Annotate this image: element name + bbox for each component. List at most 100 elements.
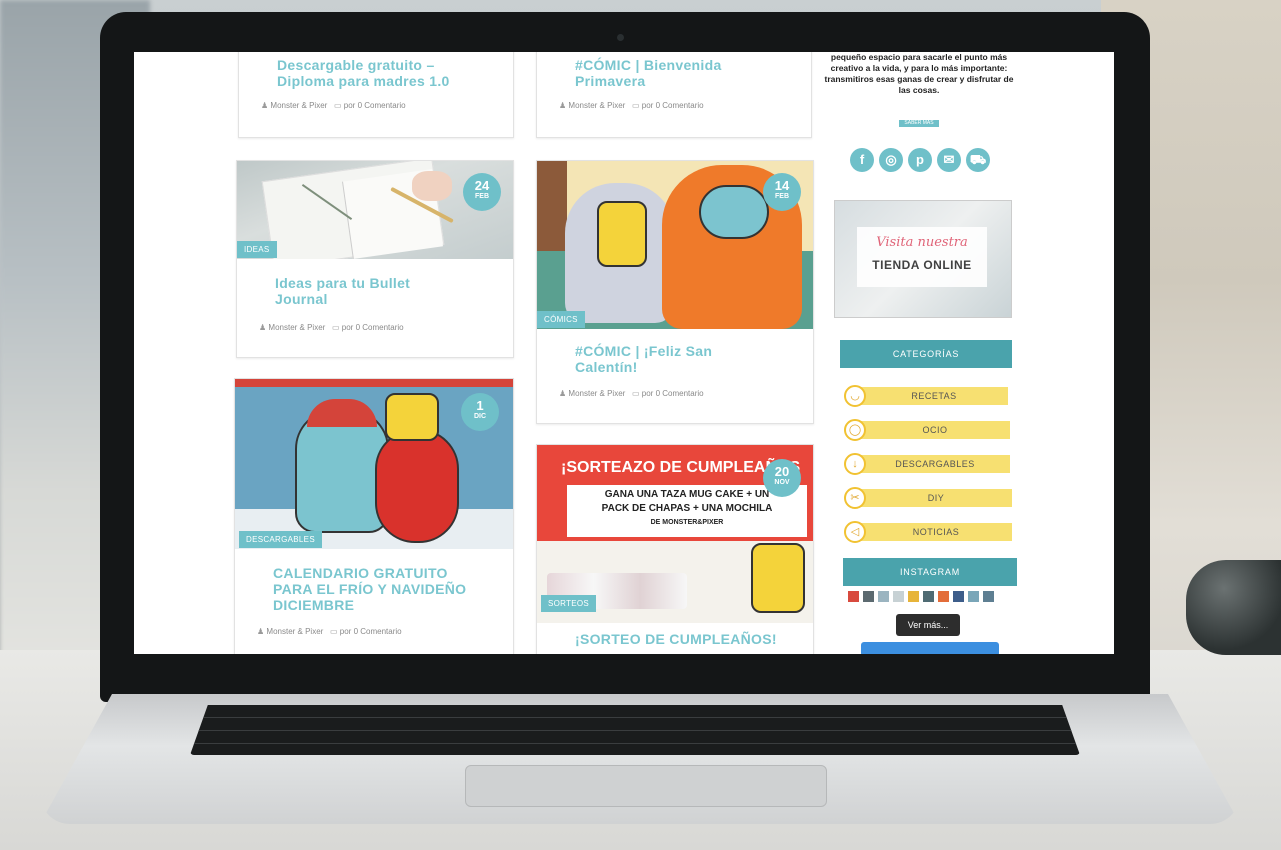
follow-button[interactable] bbox=[861, 642, 999, 654]
date-day: 24 bbox=[474, 178, 490, 193]
category-tag[interactable]: IDEAS bbox=[237, 241, 277, 258]
pinterest-icon[interactable]: p bbox=[908, 148, 932, 172]
post-card[interactable]: Descargable gratuito – Diploma para madr… bbox=[238, 52, 514, 138]
date-badge: 14 FEB bbox=[763, 173, 801, 211]
laptop-keyboard bbox=[190, 705, 1080, 755]
key-row bbox=[190, 743, 1080, 744]
post-comments[interactable]: por 0 Comentario bbox=[340, 627, 402, 636]
category-tag[interactable]: DESCARGABLES bbox=[239, 531, 322, 548]
instagram-photo[interactable] bbox=[893, 591, 904, 602]
instagram-photo[interactable] bbox=[938, 591, 949, 602]
instagram-photo[interactable] bbox=[923, 591, 934, 602]
hand bbox=[412, 171, 452, 201]
post-meta: ♟ Monster & Pixer ▭ por 0 Comentario bbox=[257, 627, 402, 636]
date-month: FEB bbox=[475, 193, 489, 200]
comment-icon: ▭ bbox=[333, 101, 342, 110]
instagram-photo[interactable] bbox=[863, 591, 874, 602]
red-banner bbox=[235, 379, 513, 387]
shop-banner[interactable]: Visita nuestra TIENDA ONLINE bbox=[834, 200, 1012, 318]
promo-line-2: PACK DE CHAPAS + UNA MOCHILA bbox=[601, 503, 773, 514]
date-badge: 24 FEB bbox=[463, 173, 501, 211]
post-author[interactable]: Monster & Pixer bbox=[270, 101, 327, 110]
post-title[interactable]: Ideas para tu Bullet Journal bbox=[275, 275, 455, 307]
post-card[interactable]: 24 FEB IDEAS Ideas para tu Bullet Journa… bbox=[236, 160, 514, 358]
post-card[interactable]: 1 DIC DESCARGABLES CALENDARIO GRATUITO P… bbox=[234, 378, 514, 654]
see-more-button[interactable]: Ver más... bbox=[896, 614, 960, 636]
scissors-icon: ✂ bbox=[844, 487, 866, 509]
category-item-descargables[interactable]: DESCARGABLES ↓ bbox=[844, 453, 1010, 475]
shop-banner-line-1: Visita nuestra bbox=[876, 235, 968, 250]
post-title[interactable]: ¡SORTEO DE CUMPLEAÑOS! bbox=[575, 631, 795, 647]
instagram-icon[interactable]: ◎ bbox=[879, 148, 903, 172]
shop-banner-label: Visita nuestra TIENDA ONLINE bbox=[857, 227, 987, 287]
post-title[interactable]: Descargable gratuito – Diploma para madr… bbox=[277, 57, 477, 89]
shop-banner-line-2: TIENDA ONLINE bbox=[872, 258, 972, 272]
gift-sack bbox=[375, 429, 459, 543]
date-day: 20 bbox=[774, 464, 790, 479]
email-icon[interactable]: ✉ bbox=[937, 148, 961, 172]
instagram-photo[interactable] bbox=[968, 591, 979, 602]
instagram-photo[interactable] bbox=[848, 591, 859, 602]
blue-monster bbox=[699, 185, 769, 239]
category-label[interactable]: DESCARGABLES bbox=[860, 455, 1010, 473]
shop-cart-icon[interactable]: ⛟ bbox=[966, 148, 990, 172]
background-mug bbox=[1186, 560, 1281, 655]
post-title[interactable]: #CÓMIC | Bienvenida Primavera bbox=[575, 57, 755, 89]
category-label[interactable]: NOTICIAS bbox=[860, 523, 1012, 541]
user-icon: ♟ bbox=[559, 101, 567, 110]
yellow-character bbox=[385, 393, 439, 441]
post-comments[interactable]: por 0 Comentario bbox=[342, 323, 404, 332]
post-author[interactable]: Monster & Pixer bbox=[568, 389, 625, 398]
post-comments[interactable]: por 0 Comentario bbox=[642, 389, 704, 398]
comment-icon: ▭ bbox=[331, 323, 340, 332]
category-label[interactable]: DIY bbox=[860, 489, 1012, 507]
category-item-noticias[interactable]: NOTICIAS ◁ bbox=[844, 521, 1012, 543]
yellow-character bbox=[597, 201, 647, 267]
post-author[interactable]: Monster & Pixer bbox=[568, 101, 625, 110]
date-month: FEB bbox=[775, 193, 789, 200]
facebook-icon[interactable]: f bbox=[850, 148, 874, 172]
post-author[interactable]: Monster & Pixer bbox=[268, 323, 325, 332]
category-label[interactable]: RECETAS bbox=[860, 387, 1008, 405]
date-day: 14 bbox=[774, 178, 790, 193]
instagram-title: INSTAGRAM bbox=[843, 558, 1017, 586]
balloon-icon: ◯ bbox=[844, 419, 866, 441]
santa-hat bbox=[307, 399, 377, 427]
instagram-photo[interactable] bbox=[983, 591, 994, 602]
comment-icon: ▭ bbox=[631, 101, 640, 110]
download-icon: ↓ bbox=[844, 453, 866, 475]
key-row bbox=[190, 717, 1080, 718]
category-label[interactable]: OCIO bbox=[860, 421, 1010, 439]
post-card[interactable]: 14 FEB CÓMICS #CÓMIC | ¡Feliz San Calent… bbox=[536, 160, 814, 424]
user-icon: ♟ bbox=[257, 627, 265, 636]
post-meta: ♟ Monster & Pixer ▭ por 0 Comentario bbox=[261, 101, 406, 110]
post-card[interactable]: #CÓMIC | Bienvenida Primavera ♟ Monster … bbox=[536, 52, 812, 138]
megaphone-icon: ◁ bbox=[844, 521, 866, 543]
instagram-photo[interactable] bbox=[953, 591, 964, 602]
post-comments[interactable]: por 0 Comentario bbox=[642, 101, 704, 110]
user-icon: ♟ bbox=[261, 101, 269, 110]
post-title[interactable]: CALENDARIO GRATUITO PARA EL FRÍO Y NAVID… bbox=[273, 565, 483, 613]
post-card[interactable]: ¡SORTEAZO DE CUMPLEAÑOS GANA UNA TAZA MU… bbox=[536, 444, 814, 654]
camera-icon bbox=[617, 34, 624, 41]
category-item-diy[interactable]: DIY ✂ bbox=[844, 487, 1012, 509]
instagram-photo[interactable] bbox=[878, 591, 889, 602]
date-month: NOV bbox=[774, 479, 790, 486]
about-text: pequeño espacio para sacarle el punto má… bbox=[824, 52, 1014, 95]
post-meta: ♟ Monster & Pixer ▭ por 0 Comentario bbox=[559, 101, 704, 110]
instagram-photo[interactable] bbox=[908, 591, 919, 602]
categories-title: CATEGORÍAS bbox=[840, 340, 1012, 368]
post-title[interactable]: #CÓMIC | ¡Feliz San Calentín! bbox=[575, 343, 745, 375]
yellow-character bbox=[751, 543, 805, 613]
read-more-button[interactable]: SABER MÁS bbox=[899, 120, 939, 127]
category-tag[interactable]: SORTEOS bbox=[541, 595, 597, 612]
category-item-ocio[interactable]: OCIO ◯ bbox=[844, 419, 1010, 441]
promo-line-3: DE MONSTER&PIXER bbox=[650, 519, 724, 526]
post-comments[interactable]: por 0 Comentario bbox=[344, 101, 406, 110]
laptop-screen: Descargable gratuito – Diploma para madr… bbox=[134, 52, 1114, 654]
post-author[interactable]: Monster & Pixer bbox=[266, 627, 323, 636]
category-tag[interactable]: CÓMICS bbox=[537, 311, 585, 328]
category-item-recetas[interactable]: RECETAS ◡ bbox=[844, 385, 1008, 407]
date-badge: 1 DIC bbox=[461, 393, 499, 431]
post-meta: ♟ Monster & Pixer ▭ por 0 Comentario bbox=[259, 323, 404, 332]
